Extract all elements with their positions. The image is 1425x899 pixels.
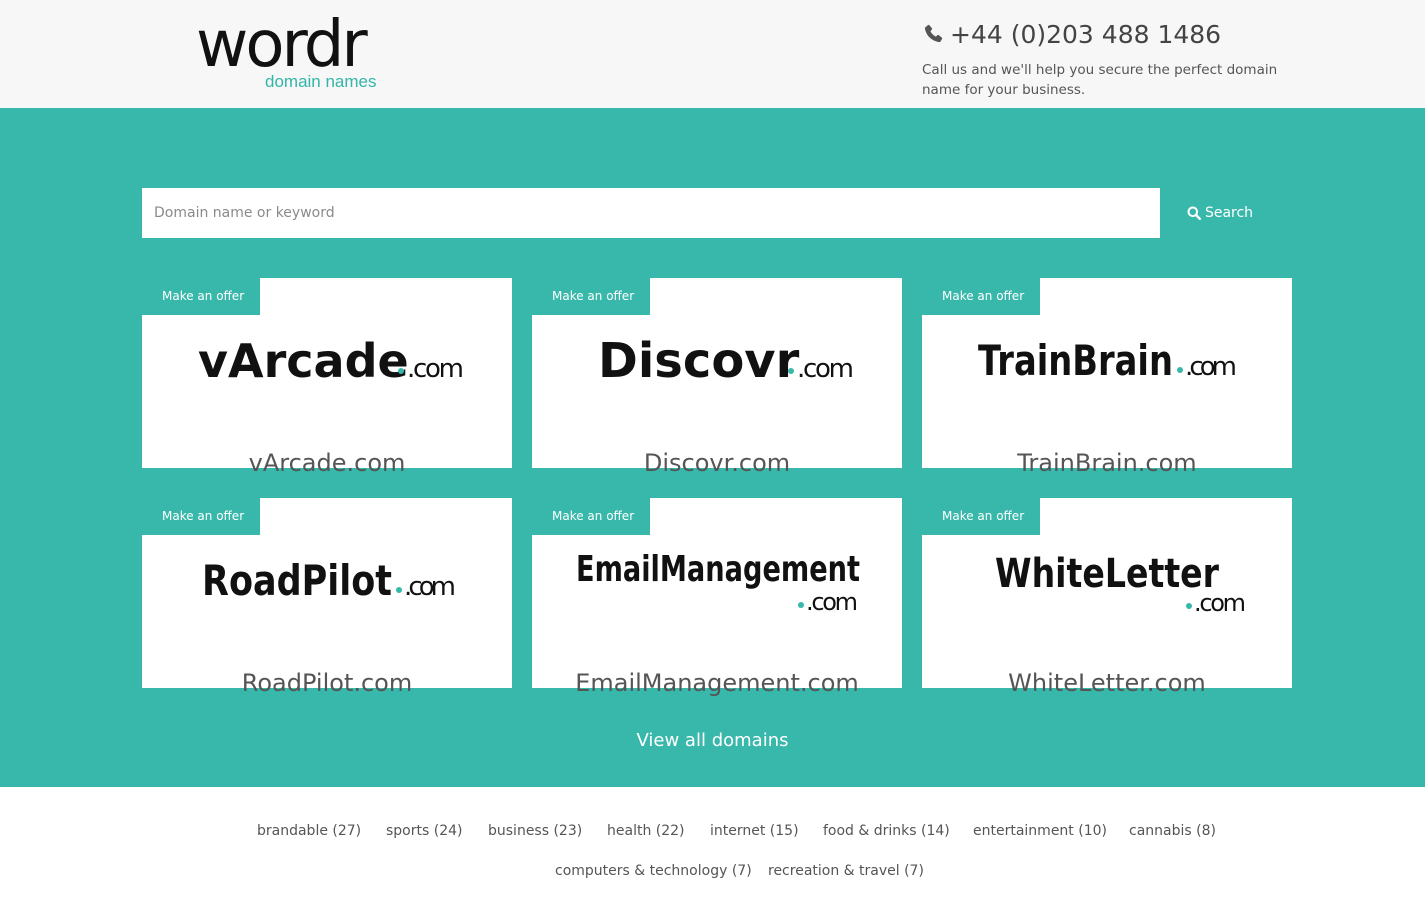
domain-logo: EmailManagement .com bbox=[576, 549, 860, 616]
make-offer-button[interactable]: Make an offer bbox=[142, 498, 260, 535]
svg-text:TrainBrain: TrainBrain bbox=[978, 336, 1173, 385]
domain-name[interactable]: Discovr.com bbox=[532, 449, 902, 477]
make-offer-button[interactable]: Make an offer bbox=[922, 278, 1040, 315]
svg-text:.com: .com bbox=[806, 588, 858, 616]
tag-brandable[interactable]: brandable (27) bbox=[257, 823, 361, 839]
domain-card[interactable]: Make an offer EmailManagement .com Email… bbox=[532, 498, 902, 697]
domain-name[interactable]: EmailManagement.com bbox=[532, 669, 902, 697]
domain-name[interactable]: TrainBrain.com bbox=[922, 449, 1292, 477]
domain-card[interactable]: Make an offer RoadPilot .com RoadPilot.c… bbox=[142, 498, 512, 697]
domain-name[interactable]: RoadPilot.com bbox=[142, 669, 512, 697]
svg-text:.com: .com bbox=[404, 572, 456, 602]
tag-sports[interactable]: sports (24) bbox=[386, 823, 462, 839]
contact-block: +44 (0)203 488 1486 Call us and we'll he… bbox=[922, 18, 1302, 100]
category-tags: brandable (27) sports (24) business (23)… bbox=[0, 787, 1425, 899]
hero-section: Search Make an offer vArcade .com vArcad… bbox=[0, 108, 1425, 787]
svg-text:EmailManagement: EmailManagement bbox=[576, 549, 860, 590]
svg-text:.com: .com bbox=[1185, 352, 1237, 382]
tag-health[interactable]: health (22) bbox=[607, 823, 685, 839]
svg-text:.com: .com bbox=[797, 354, 854, 384]
tag-food-drinks[interactable]: food & drinks (14) bbox=[823, 823, 950, 839]
make-offer-button[interactable]: Make an offer bbox=[142, 278, 260, 315]
make-offer-button[interactable]: Make an offer bbox=[922, 498, 1040, 535]
phone-icon bbox=[924, 24, 943, 43]
tag-entertainment[interactable]: entertainment (10) bbox=[973, 823, 1107, 839]
search-icon bbox=[1187, 206, 1201, 220]
search-input[interactable] bbox=[142, 188, 1160, 238]
domain-logo: TrainBrain .com bbox=[978, 336, 1237, 385]
domain-name[interactable]: vArcade.com bbox=[142, 449, 512, 477]
tag-computers-technology[interactable]: computers & technology (7) bbox=[555, 863, 752, 879]
domain-logo: WhiteLetter .com bbox=[995, 551, 1246, 617]
make-offer-button[interactable]: Make an offer bbox=[532, 278, 650, 315]
domain-name[interactable]: WhiteLetter.com bbox=[922, 669, 1292, 697]
tag-recreation-travel[interactable]: recreation & travel (7) bbox=[768, 863, 924, 879]
domain-logo: vArcade .com bbox=[198, 334, 464, 388]
svg-text:WhiteLetter: WhiteLetter bbox=[995, 551, 1219, 597]
tag-internet[interactable]: internet (15) bbox=[710, 823, 799, 839]
svg-text:vArcade: vArcade bbox=[198, 334, 409, 388]
logo-tagline: domain names bbox=[265, 72, 377, 91]
svg-text:RoadPilot: RoadPilot bbox=[202, 556, 392, 605]
make-offer-button[interactable]: Make an offer bbox=[532, 498, 650, 535]
domain-card[interactable]: Make an offer vArcade .com vArcade.com bbox=[142, 278, 512, 477]
view-all-domains-link[interactable]: View all domains bbox=[0, 730, 1425, 751]
domain-card[interactable]: Make an offer TrainBrain .com TrainBrain… bbox=[922, 278, 1292, 477]
domain-card[interactable]: Make an offer WhiteLetter .com WhiteLett… bbox=[922, 498, 1292, 697]
svg-text:.com: .com bbox=[1194, 589, 1246, 617]
search-button[interactable]: Search bbox=[1160, 188, 1280, 238]
site-logo[interactable]: wordr domain names bbox=[196, 6, 396, 96]
tag-cannabis[interactable]: cannabis (8) bbox=[1129, 823, 1216, 839]
domain-card[interactable]: Make an offer Discovr .com Discovr.com bbox=[532, 278, 902, 477]
svg-text:.com: .com bbox=[407, 354, 464, 384]
domain-logo: Discovr .com bbox=[598, 333, 854, 389]
search-button-label: Search bbox=[1204, 205, 1254, 221]
tag-business[interactable]: business (23) bbox=[488, 823, 582, 839]
phone-number[interactable]: +44 (0)203 488 1486 bbox=[950, 20, 1221, 49]
site-header: wordr domain names +44 (0)203 488 1486 C… bbox=[0, 0, 1425, 108]
domain-logo: RoadPilot .com bbox=[202, 556, 456, 605]
svg-text:Discovr: Discovr bbox=[598, 333, 800, 389]
contact-text: Call us and we'll help you secure the pe… bbox=[922, 62, 1278, 98]
